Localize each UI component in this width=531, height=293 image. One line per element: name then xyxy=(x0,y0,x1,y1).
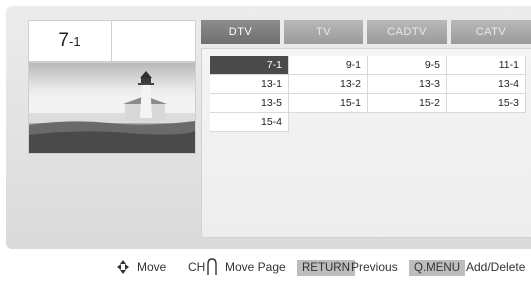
channel-cell[interactable]: 15-1 xyxy=(289,94,368,113)
channel-cell[interactable]: 13-4 xyxy=(447,75,526,94)
channel-cell[interactable]: 11-1 xyxy=(447,56,526,75)
channel-cell[interactable]: 9-5 xyxy=(368,56,447,75)
channel-cell[interactable]: 15-4 xyxy=(210,113,289,132)
current-channel-box: 7-1 xyxy=(28,20,196,62)
channel-cell[interactable]: 13-1 xyxy=(210,75,289,94)
channel-cell[interactable]: 9-1 xyxy=(289,56,368,75)
help-move-page: Move Page xyxy=(225,260,286,274)
qmenu-key: Q.MENU xyxy=(409,260,465,276)
tab-dtv[interactable]: DTV xyxy=(201,20,280,44)
channel-list-screen: 7-1 DTV TV CADTV CATV 7-1 9-1 9-5 11-1 1… xyxy=(6,6,531,249)
channel-cell[interactable]: 15-3 xyxy=(447,94,526,113)
channel-cell[interactable]: 13-5 xyxy=(210,94,289,113)
arrow-keys-icon xyxy=(115,252,131,282)
current-channel-main: 7 xyxy=(58,30,69,51)
channel-cell-selected[interactable]: 7-1 xyxy=(210,56,289,75)
help-bar: Move CH Move Page RETURN Previous Q.MENU… xyxy=(0,252,531,282)
help-previous: Previous xyxy=(351,260,398,274)
tab-catv[interactable]: CATV xyxy=(451,20,531,44)
current-channel-number: 7-1 xyxy=(29,21,110,61)
channel-cell[interactable]: 13-3 xyxy=(368,75,447,94)
current-channel-sub: -1 xyxy=(69,34,81,49)
help-add-delete: Add/Delete xyxy=(466,260,526,274)
tab-tv[interactable]: TV xyxy=(284,20,363,44)
channel-cell[interactable]: 13-2 xyxy=(289,75,368,94)
channel-rocker-icon xyxy=(206,252,218,282)
return-key: RETURN xyxy=(297,260,355,276)
channel-grid-panel: 7-1 9-1 9-5 11-1 13-1 13-2 13-3 13-4 13-… xyxy=(201,48,531,238)
lighthouse-image xyxy=(29,63,195,153)
help-ch-label: CH xyxy=(188,260,206,274)
source-tabs: DTV TV CADTV CATV xyxy=(201,20,531,44)
channel-cell[interactable]: 15-2 xyxy=(368,94,447,113)
help-move: Move xyxy=(137,260,167,274)
channel-box-divider xyxy=(111,21,112,61)
tab-cadtv[interactable]: CADTV xyxy=(367,20,447,44)
channel-preview-image xyxy=(28,62,196,154)
